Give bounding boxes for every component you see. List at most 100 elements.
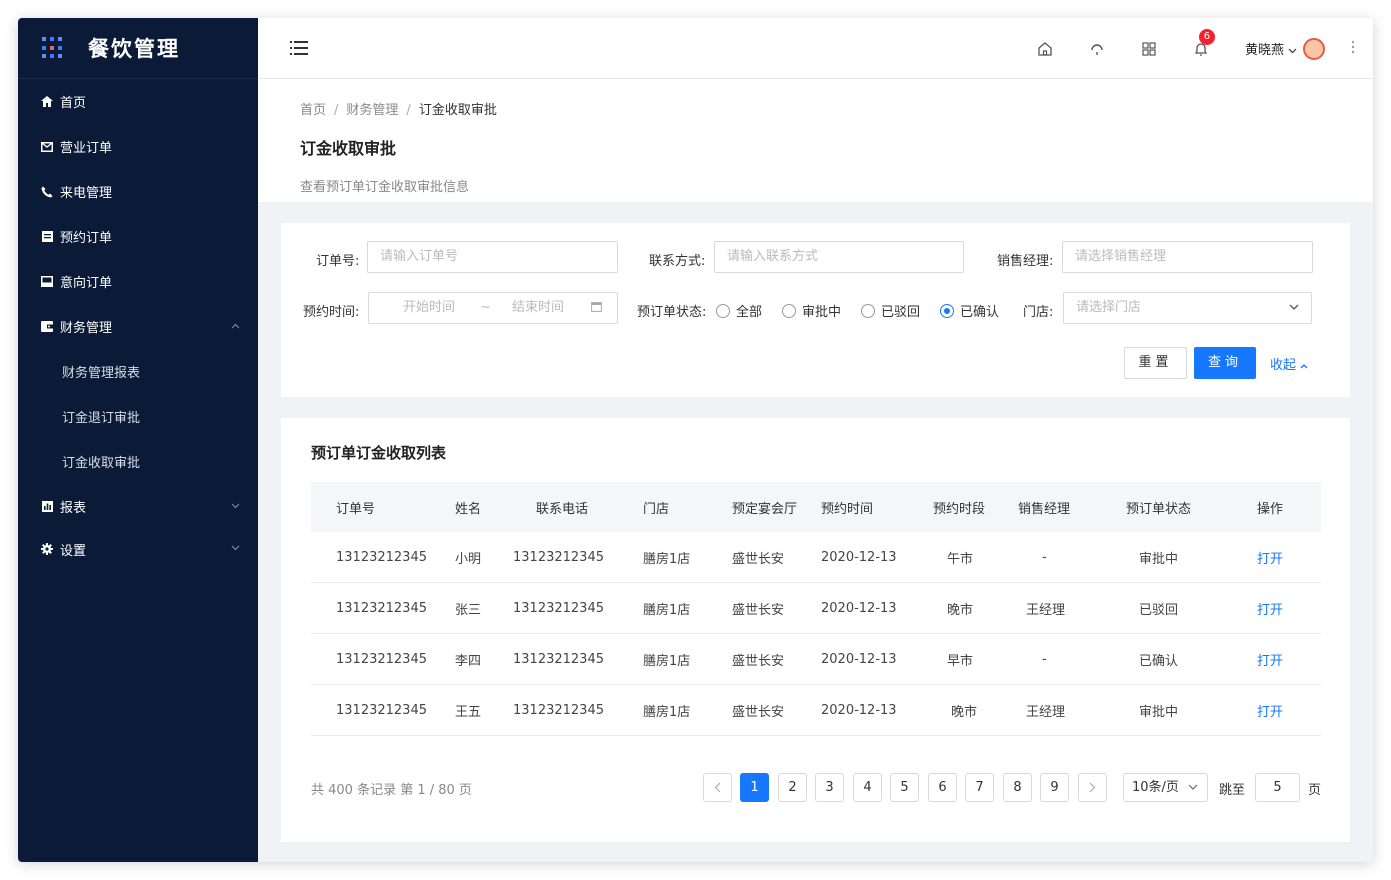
search-panel: 订单号: 请输入订单号 联系方式: 请输入联系方式 销售经理: 请选择销售经理 … [281, 223, 1350, 397]
cell-time-slot: 晚市 [947, 602, 974, 618]
sidebar-item-label: 报表 [60, 501, 87, 516]
sidebar-item-label: 营业订单 [60, 141, 113, 156]
radio-label: 审批中 [802, 305, 842, 320]
cell-reserve-time: 2020-12-13 [821, 549, 897, 565]
sidebar-item-reports[interactable]: 报表 [18, 484, 258, 529]
cell-order-status: 审批中 [1139, 704, 1179, 720]
chevron-down-icon[interactable] [1288, 39, 1297, 58]
open-link[interactable]: 打开 [1257, 701, 1283, 720]
avatar[interactable] [1303, 37, 1325, 60]
sales-manager-label: 销售经理: [997, 254, 1054, 269]
cell-banquet-hall: 盛世长安 [732, 602, 785, 618]
status-radio-pending[interactable]: 审批中 [782, 301, 841, 320]
start-date-placeholder[interactable]: 开始时间 [403, 293, 455, 323]
home-icon[interactable] [1037, 41, 1053, 57]
cell-phone: 13123212345 [513, 549, 604, 565]
pagination-summary: 共 400 条记录 第 1 / 80 页 [311, 783, 472, 798]
cell-store: 膳房1店 [643, 602, 691, 618]
cell-order-no: 13123212345 [336, 702, 427, 718]
chart-icon [40, 500, 54, 514]
cell-sales-manager: 王经理 [1026, 602, 1066, 618]
page-1[interactable]: 1 [740, 773, 769, 802]
query-button[interactable]: 查询 [1194, 347, 1256, 379]
chevron-down-icon [231, 544, 240, 554]
breadcrumb-current: 订金收取审批 [418, 103, 497, 118]
next-page-button[interactable] [1078, 773, 1107, 802]
sidebar-item-finance[interactable]: 财务管理 [18, 304, 258, 349]
breadcrumb: 首页 / 财务管理 / 订金收取审批 [300, 99, 1373, 118]
page-6[interactable]: 6 [928, 773, 957, 802]
sidebar-item-home[interactable]: 首页 [18, 79, 258, 124]
status-radio-all[interactable]: 全部 [716, 301, 762, 320]
page-size-select[interactable]: 10条/页 [1123, 773, 1208, 802]
more-vertical-icon[interactable] [1351, 40, 1355, 58]
sales-manager-select[interactable]: 请选择销售经理 [1062, 241, 1313, 273]
table-panel: 预订单订金收取列表 订单号 姓名 联系电话 门店 预定宴会厅 预约时间 预约时段… [281, 418, 1350, 842]
date-range-picker[interactable]: 开始时间 ~ 结束时间 [368, 292, 618, 324]
mail-icon [40, 140, 54, 154]
contact-input[interactable]: 请输入联系方式 [714, 241, 964, 273]
cell-phone: 13123212345 [513, 702, 604, 718]
page-4[interactable]: 4 [853, 773, 882, 802]
store-placeholder: 请选择门店 [1076, 300, 1142, 315]
status-radio-rejected[interactable]: 已驳回 [861, 301, 920, 320]
sidebar-item-business-orders[interactable]: 营业订单 [18, 124, 258, 169]
radio-circle [782, 303, 796, 318]
sidebar-item-intent-orders[interactable]: 意向订单 [18, 259, 258, 304]
end-date-placeholder[interactable]: 结束时间 [512, 293, 564, 323]
cell-order-status: 已驳回 [1139, 602, 1179, 618]
page-3[interactable]: 3 [815, 773, 844, 802]
sidebar-item-settings[interactable]: 设置 [18, 529, 258, 569]
col-order-status: 预订单状态 [1126, 501, 1192, 517]
user-name[interactable]: 黄晓燕 [1245, 39, 1284, 58]
list-icon [40, 230, 54, 244]
col-banquet-hall: 预定宴会厅 [732, 501, 798, 517]
breadcrumb-home[interactable]: 首页 [300, 103, 326, 118]
store-select[interactable]: 请选择门店 [1063, 292, 1312, 324]
cell-order-no: 13123212345 [336, 600, 427, 616]
cell-banquet-hall: 盛世长安 [732, 653, 785, 669]
bell-icon[interactable]: 6 [1193, 28, 1215, 57]
sidebar-subitem-finance-report[interactable]: 财务管理报表 [18, 349, 258, 394]
chevron-down-icon [1289, 293, 1299, 323]
radio-circle [716, 303, 730, 318]
sidebar: 餐饮管理 首页 营业订单 来电管理 预约订单 意向订单 财务管理 财务管理报表 … [18, 18, 258, 862]
open-link[interactable]: 打开 [1257, 599, 1283, 618]
open-link[interactable]: 打开 [1257, 650, 1283, 669]
apps-grid-icon[interactable] [1141, 41, 1157, 57]
open-link[interactable]: 打开 [1257, 548, 1283, 567]
breadcrumb-finance[interactable]: 财务管理 [346, 103, 398, 118]
range-separator: ~ [480, 300, 491, 315]
sidebar-item-calls[interactable]: 来电管理 [18, 169, 258, 214]
jump-page-input[interactable]: 5 [1255, 773, 1300, 802]
page-9[interactable]: 9 [1040, 773, 1069, 802]
order-no-label: 订单号: [316, 254, 360, 269]
cell-order-status: 审批中 [1139, 551, 1179, 567]
status-radio-confirmed[interactable]: 已确认 [940, 301, 999, 320]
sidebar-item-reservations[interactable]: 预约订单 [18, 214, 258, 259]
breadcrumb-separator: / [406, 103, 411, 118]
sidebar-subitem-deposit-collection-approval[interactable]: 订金收取审批 [18, 439, 258, 484]
radio-label: 已驳回 [881, 305, 921, 320]
cell-time-slot: 晚市 [951, 704, 978, 720]
col-phone: 联系电话 [536, 501, 589, 517]
page-7[interactable]: 7 [965, 773, 994, 802]
collapse-toggle[interactable]: 收起 [1270, 354, 1308, 373]
prev-page-button[interactable] [703, 773, 732, 802]
cell-store: 膳房1店 [643, 653, 691, 669]
col-actions: 操作 [1257, 501, 1284, 517]
page-5[interactable]: 5 [890, 773, 919, 802]
col-time-slot: 预约时段 [933, 501, 986, 517]
page-size-value: 10条/页 [1132, 780, 1179, 795]
page-2[interactable]: 2 [778, 773, 807, 802]
order-no-input[interactable]: 请输入订单号 [367, 241, 618, 273]
inbox-icon [40, 275, 54, 289]
page-8[interactable]: 8 [1003, 773, 1032, 802]
col-name: 姓名 [455, 501, 482, 517]
sidebar-subitem-deposit-refund-approval[interactable]: 订金退订审批 [18, 394, 258, 439]
reset-button[interactable]: 重置 [1124, 347, 1187, 379]
menu-toggle-icon[interactable] [290, 41, 308, 55]
reserve-time-label: 预约时间: [303, 305, 360, 320]
store-label: 门店: [1023, 305, 1054, 320]
headset-icon[interactable] [1089, 41, 1105, 57]
